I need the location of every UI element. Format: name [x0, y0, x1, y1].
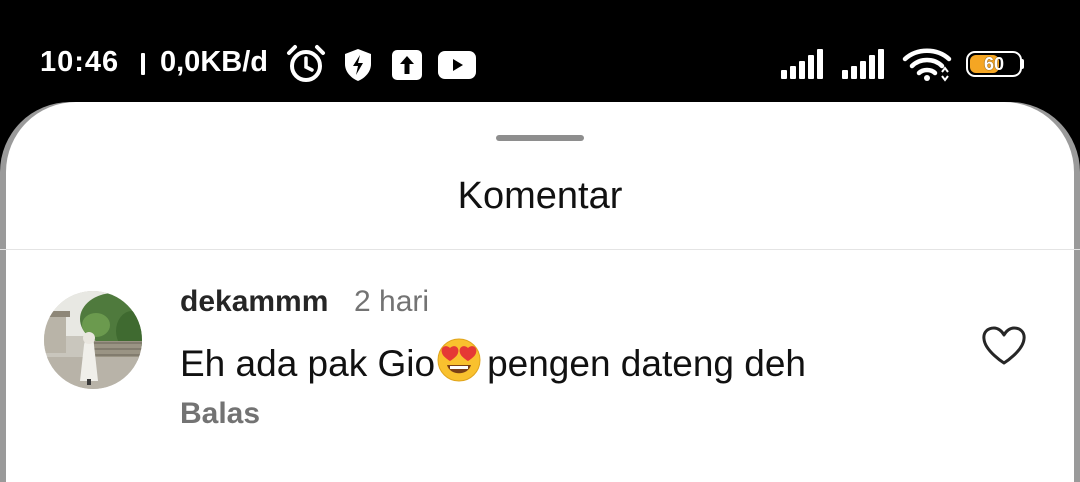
network-speed: 0,0KB/d — [160, 46, 268, 78]
comment-username[interactable]: dekammm — [180, 285, 328, 319]
youtube-icon — [438, 51, 476, 79]
comment-text-part-1: Eh ada pak Gio — [180, 343, 436, 384]
avatar[interactable] — [44, 291, 142, 389]
shield-bolt-icon — [345, 49, 371, 81]
battery-level: 60 — [983, 54, 1005, 74]
comment-timestamp: 2 hari — [354, 285, 430, 318]
status-bar: 10:46 0,0KB/d 60 — [0, 0, 1080, 110]
comment-text-part-2: pengen dateng deh — [487, 343, 806, 384]
comments-sheet: Komentar — [0, 102, 1080, 482]
separator — [141, 53, 145, 75]
heart-eyes-emoji — [437, 338, 481, 391]
drag-handle[interactable] — [496, 135, 584, 141]
sheet-title: Komentar — [457, 175, 623, 217]
alarm-icon — [287, 45, 325, 82]
battery-icon: 60 — [966, 51, 1024, 77]
upload-icon — [392, 50, 422, 80]
signal-icon — [842, 49, 884, 79]
signal-icon — [781, 49, 823, 79]
reply-button[interactable]: Balas — [180, 397, 260, 431]
heart-outline-icon[interactable] — [981, 325, 1027, 367]
clock: 10:46 — [40, 46, 120, 78]
divider — [0, 249, 1080, 250]
avatar-image — [44, 291, 142, 389]
comment-text: Eh ada pak Gio pengen dateng deh — [180, 338, 806, 391]
wifi-icon — [902, 48, 952, 82]
